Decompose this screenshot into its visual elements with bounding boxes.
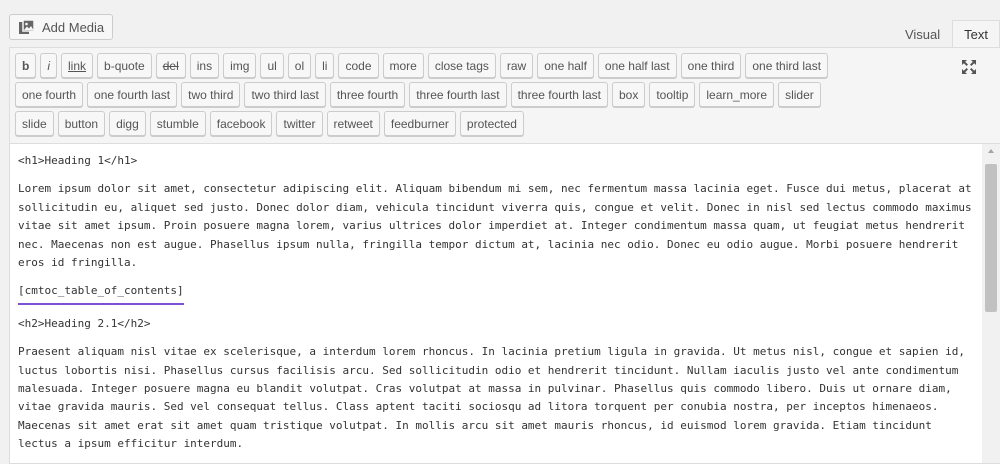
add-media-label: Add Media bbox=[42, 19, 105, 35]
qt-button[interactable]: i bbox=[40, 53, 58, 78]
qt-button[interactable]: one fourth bbox=[15, 82, 84, 107]
paragraph-2: Praesent aliquam nisl vitae ex scelerisq… bbox=[18, 345, 966, 451]
qt-button[interactable]: box bbox=[611, 82, 646, 107]
qt-button[interactable]: digg bbox=[109, 111, 146, 136]
qt-button[interactable]: del bbox=[155, 53, 186, 78]
quicktags-toolbar: b i link b-quote del ins img ul ol li co… bbox=[10, 48, 1000, 144]
tab-text[interactable]: Text bbox=[952, 20, 1000, 47]
editor-tabs: Visual Text bbox=[893, 20, 1000, 47]
qt-button[interactable]: close tags bbox=[427, 53, 496, 78]
qt-button[interactable]: link bbox=[61, 53, 94, 78]
toolbar-row-3: slide button digg stumble facebook twitt… bbox=[15, 111, 960, 136]
qt-button[interactable]: protected bbox=[459, 111, 524, 136]
qt-button[interactable]: ins bbox=[189, 53, 220, 78]
qt-button[interactable]: feedburner bbox=[383, 111, 456, 136]
qt-button[interactable]: more bbox=[382, 53, 424, 78]
h1-markup-line: <h1>Heading 1</h1> bbox=[18, 154, 138, 167]
qt-button[interactable]: code bbox=[338, 53, 379, 78]
toolbar-row-1: b i link b-quote del ins img ul ol li co… bbox=[15, 53, 960, 78]
qt-button[interactable]: b-quote bbox=[97, 53, 152, 78]
scrollbar-thumb[interactable] bbox=[985, 164, 997, 312]
qt-button[interactable]: stumble bbox=[149, 111, 206, 136]
editor-textarea[interactable]: <h1>Heading 1</h1> Lorem ipsum dolor sit… bbox=[10, 144, 982, 463]
qt-button[interactable]: one third bbox=[680, 53, 742, 78]
qt-button[interactable]: three fourth last bbox=[409, 82, 507, 107]
paragraph-1: Lorem ipsum dolor sit amet, consectetur … bbox=[18, 182, 972, 270]
qt-button[interactable]: img bbox=[223, 53, 257, 78]
qt-button[interactable]: two third bbox=[181, 82, 241, 107]
editor-scrollbar[interactable] bbox=[982, 144, 1000, 463]
qt-button[interactable]: three fourth last bbox=[510, 82, 608, 107]
qt-button[interactable]: li bbox=[315, 53, 335, 78]
qt-button[interactable]: button bbox=[57, 111, 106, 136]
qt-button[interactable]: raw bbox=[499, 53, 534, 78]
tab-visual[interactable]: Visual bbox=[893, 20, 952, 47]
toc-shortcode: [cmtoc_table_of_contents] bbox=[18, 282, 184, 305]
qt-button[interactable]: one half bbox=[537, 53, 594, 78]
qt-button[interactable]: tooltip bbox=[649, 82, 696, 107]
h2-markup-line: <h2>Heading 2.1</h2> bbox=[18, 316, 151, 330]
media-icon bbox=[18, 19, 36, 35]
qt-button[interactable]: ul bbox=[260, 53, 284, 78]
qt-button[interactable]: three fourth bbox=[329, 82, 406, 107]
qt-button[interactable]: slide bbox=[15, 111, 54, 136]
qt-button[interactable]: retweet bbox=[326, 111, 380, 136]
qt-button[interactable]: slider bbox=[778, 82, 821, 107]
qt-button[interactable]: b bbox=[15, 53, 37, 78]
toolbar-row-2: one fourth one fourth last two third two… bbox=[15, 82, 960, 107]
qt-button[interactable]: one fourth last bbox=[87, 82, 178, 107]
qt-button[interactable]: ol bbox=[287, 53, 312, 78]
fullscreen-icon[interactable] bbox=[960, 59, 978, 75]
qt-button[interactable]: one third last bbox=[745, 53, 829, 78]
text-editor: b i link b-quote del ins img ul ol li co… bbox=[9, 47, 1000, 464]
qt-button[interactable]: twitter bbox=[276, 111, 323, 136]
scroll-up-icon[interactable] bbox=[988, 149, 994, 153]
qt-button[interactable]: learn_more bbox=[699, 82, 775, 107]
qt-button[interactable]: one half last bbox=[597, 53, 677, 78]
qt-button[interactable]: facebook bbox=[209, 111, 273, 136]
qt-button[interactable]: two third last bbox=[244, 82, 326, 107]
add-media-button[interactable]: Add Media bbox=[9, 14, 114, 40]
